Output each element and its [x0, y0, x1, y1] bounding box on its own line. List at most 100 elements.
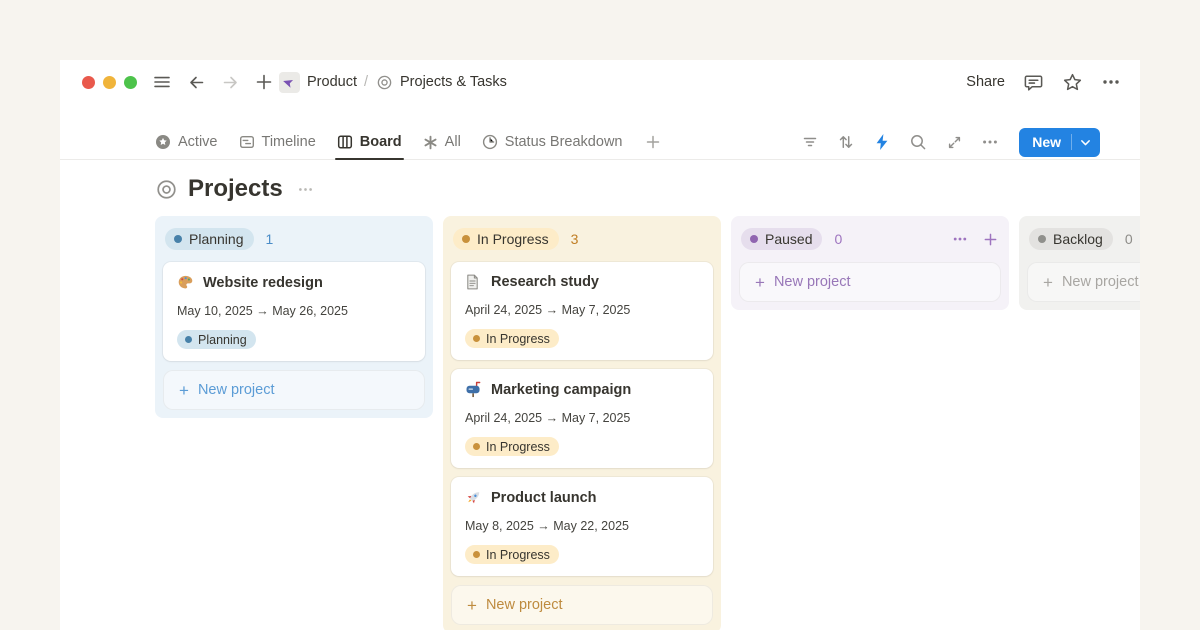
asterisk-icon: [423, 135, 438, 150]
breadcrumb-separator: /: [364, 74, 368, 90]
favorite-star-icon[interactable]: [1061, 71, 1083, 93]
project-card[interactable]: Marketing campaign April 24, 2025 → May …: [451, 369, 713, 468]
new-project-button[interactable]: + New project: [739, 262, 1001, 302]
more-icon[interactable]: [1100, 71, 1122, 93]
search-icon[interactable]: [907, 131, 929, 153]
new-project-label: New project: [198, 382, 275, 398]
tab-status-breakdown[interactable]: Status Breakdown: [482, 125, 623, 159]
comment-icon[interactable]: [1022, 71, 1044, 93]
board-column-in-progress: In Progress 3 Research study April 24, 2…: [443, 216, 721, 630]
chevron-down-icon[interactable]: [1072, 136, 1100, 149]
new-project-button[interactable]: + New project: [451, 585, 713, 625]
more-icon[interactable]: [979, 131, 1001, 153]
zoom-window-button[interactable]: [124, 76, 137, 89]
project-card[interactable]: Product launch May 8, 2025 → May 22, 202…: [451, 477, 713, 576]
column-count: 1: [266, 231, 274, 247]
card-title-text: Product launch: [491, 490, 597, 506]
target-icon: [155, 178, 178, 201]
tab-active[interactable]: Active: [155, 125, 218, 159]
project-card[interactable]: Research study April 24, 2025 → May 7, 2…: [451, 262, 713, 360]
app-window: Product / Projects & Tasks Share: [60, 60, 1140, 630]
tab-label: Board: [360, 134, 402, 150]
status-dot-icon: [174, 235, 182, 243]
column-add-plus-icon[interactable]: [981, 230, 999, 248]
column-name: Planning: [189, 231, 244, 247]
page-title: Projects: [188, 174, 283, 204]
column-header[interactable]: In Progress 3: [453, 226, 711, 252]
breadcrumb-page[interactable]: Projects & Tasks: [400, 74, 507, 90]
new-project-button[interactable]: + New project: [1027, 262, 1140, 302]
tab-timeline[interactable]: Timeline: [239, 125, 316, 159]
document-icon: [465, 274, 482, 290]
status-pill: In Progress: [453, 228, 559, 250]
new-tab-plus-icon[interactable]: [253, 71, 275, 93]
lightning-icon[interactable]: [871, 131, 893, 153]
column-name: In Progress: [477, 231, 549, 247]
new-button[interactable]: New: [1019, 128, 1100, 157]
status-dot-icon: [473, 335, 480, 342]
minimize-window-button[interactable]: [103, 76, 116, 89]
plus-icon: +: [467, 597, 477, 614]
status-dot-icon: [1038, 235, 1046, 243]
status-pill: Planning: [165, 228, 254, 250]
plus-icon: +: [755, 274, 765, 291]
card-status-pill: Planning: [177, 330, 256, 349]
card-status-text: In Progress: [486, 332, 550, 346]
target-icon: [375, 73, 393, 91]
sort-icon[interactable]: [835, 131, 857, 153]
status-dot-icon: [462, 235, 470, 243]
forward-arrow-icon[interactable]: [219, 71, 241, 93]
page-title-row: Projects: [60, 160, 1140, 216]
titlebar: Product / Projects & Tasks Share: [60, 60, 1140, 104]
breadcrumb-workspace[interactable]: Product: [307, 74, 357, 90]
column-more-icon[interactable]: [951, 230, 969, 248]
column-count: 0: [834, 231, 842, 247]
column-header[interactable]: Planning 1: [165, 226, 423, 252]
project-card[interactable]: Website redesign May 10, 2025 → May 26, …: [163, 262, 425, 361]
star-circle-icon: [155, 134, 171, 150]
tab-label: All: [445, 134, 461, 150]
add-view-plus-icon[interactable]: [645, 134, 661, 150]
plus-icon: +: [179, 382, 189, 399]
expand-icon[interactable]: [943, 131, 965, 153]
tab-all[interactable]: All: [423, 125, 461, 159]
card-dates: April 24, 2025 → May 7, 2025: [465, 411, 699, 425]
back-arrow-icon[interactable]: [185, 71, 207, 93]
new-project-button[interactable]: + New project: [163, 370, 425, 410]
column-count: 3: [571, 231, 579, 247]
close-window-button[interactable]: [82, 76, 95, 89]
share-button[interactable]: Share: [966, 74, 1005, 90]
card-status-text: In Progress: [486, 440, 550, 454]
kanban-board: Planning 1 Website redesign May 10, 2025…: [60, 216, 1140, 630]
status-dot-icon: [750, 235, 758, 243]
board-icon: [337, 134, 353, 150]
view-tabbar: Active Timeline Board All: [60, 125, 1140, 160]
tab-label: Timeline: [262, 134, 316, 150]
card-dates: May 10, 2025 → May 26, 2025: [177, 304, 411, 318]
workspace-arrow-icon[interactable]: [279, 72, 300, 93]
plus-icon: +: [1043, 274, 1053, 291]
column-name: Backlog: [1053, 231, 1103, 247]
card-title-text: Research study: [491, 274, 599, 290]
column-header[interactable]: Paused 0: [741, 226, 999, 252]
card-title-text: Website redesign: [203, 275, 323, 291]
status-dot-icon: [185, 336, 192, 343]
status-dot-icon: [473, 443, 480, 450]
filter-icon[interactable]: [799, 131, 821, 153]
hamburger-icon[interactable]: [151, 71, 173, 93]
tab-label: Active: [178, 134, 218, 150]
card-status-pill: In Progress: [465, 329, 559, 348]
column-header[interactable]: Backlog 0: [1029, 226, 1140, 252]
traffic-lights: [82, 76, 137, 89]
card-title-text: Marketing campaign: [491, 382, 631, 398]
title-more-icon[interactable]: [297, 181, 314, 198]
tab-board[interactable]: Board: [337, 125, 402, 159]
board-column-planning: Planning 1 Website redesign May 10, 2025…: [155, 216, 433, 418]
card-status-text: In Progress: [486, 548, 550, 562]
status-dot-icon: [473, 551, 480, 558]
new-project-label: New project: [1062, 274, 1139, 290]
palette-icon: [177, 274, 194, 291]
new-button-label: New: [1019, 134, 1071, 150]
new-project-label: New project: [774, 274, 851, 290]
column-count: 0: [1125, 231, 1133, 247]
